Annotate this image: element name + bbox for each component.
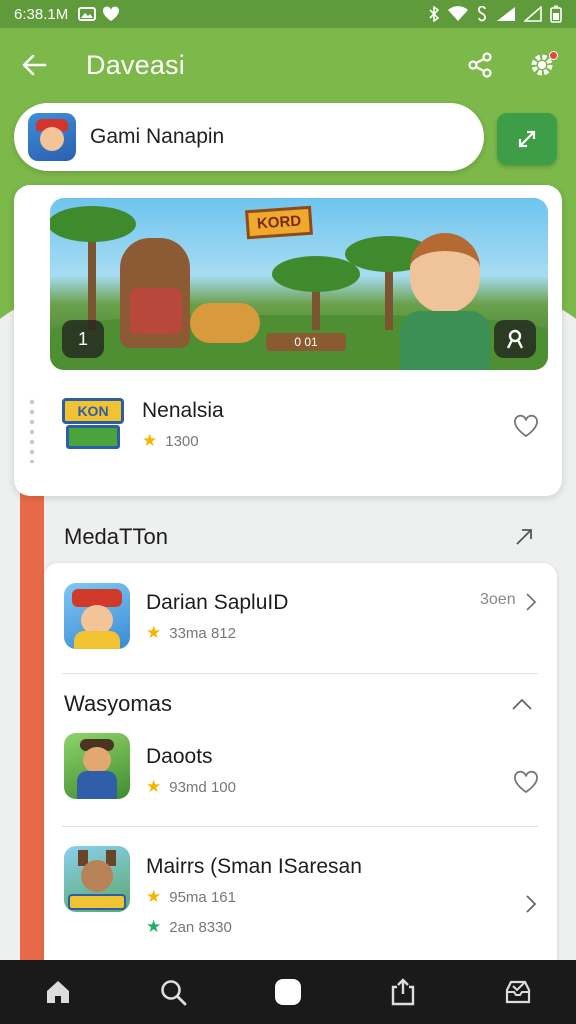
app-rating: 93md 100 (169, 778, 236, 796)
divider (62, 673, 538, 674)
wifi-icon (448, 6, 468, 22)
notification-dot (549, 51, 558, 60)
inbox-check-icon[interactable] (496, 970, 540, 1014)
star-icon: ★ (146, 623, 162, 642)
app-name: Mairrs (Sman ISaresan (146, 855, 362, 878)
share-icon[interactable] (464, 49, 496, 81)
favorite-heart-icon[interactable] (510, 766, 542, 798)
star-icon: ★ (146, 887, 162, 906)
star-icon: ★ (142, 431, 158, 450)
app-rating: 95ma 161 (169, 888, 236, 906)
bottom-nav (0, 960, 576, 1024)
bluetooth-icon (428, 6, 440, 22)
game-avatar-icon (28, 113, 76, 161)
app-meta: ★ 33ma 812 (146, 623, 236, 643)
status-bar: 6:38.1M (0, 0, 576, 28)
heart-notification-icon (102, 6, 120, 22)
page-title: Daveasi (86, 49, 185, 80)
banner-sign: KORD (245, 205, 314, 240)
photo-notification-icon (78, 7, 97, 21)
star-green-icon: ★ (146, 917, 162, 936)
section-title-2: Wasyomas (64, 691, 172, 716)
lion-character (190, 303, 260, 343)
banner-badge-button[interactable]: 1 (62, 320, 104, 358)
featured-card[interactable]: KORD 0 01 1 KON Nenalsia ★ 1300 (14, 185, 562, 496)
favorite-heart-icon[interactable] (510, 410, 542, 442)
app-list-card: Darian SapluID ★ 33ma 812 3oen Wasyomas … (44, 563, 557, 963)
app-meta: ★ 95ma 161 (146, 887, 236, 907)
featured-rating-value: 1300 (165, 432, 199, 450)
divider (62, 826, 538, 827)
collapse-arrow-icon[interactable] (507, 689, 537, 719)
featured-game-name: Nenalsia (142, 399, 224, 422)
pagination-dots (30, 397, 34, 463)
banner-counter: 0 01 (266, 333, 346, 351)
chevron-right-icon[interactable] (516, 889, 546, 919)
section-title-1: MedaTTon (64, 524, 168, 549)
accent-stripe (20, 490, 44, 960)
app-meta-secondary: ★ 2an 8330 (146, 917, 232, 937)
home-icon[interactable] (36, 970, 80, 1014)
search-person-icon[interactable] (494, 320, 536, 358)
share-upload-icon[interactable] (381, 970, 425, 1014)
app-secondary-value: 2an 8330 (169, 918, 232, 936)
search-value: Gami Nanapin (90, 125, 225, 148)
horse-character (120, 238, 190, 348)
back-arrow-icon[interactable] (18, 49, 50, 81)
expand-arrow-icon[interactable] (509, 522, 539, 552)
home-pill-button[interactable] (266, 970, 310, 1014)
cowboy-hat-character-icon (64, 583, 130, 649)
featured-banner[interactable]: KORD 0 01 1 (50, 198, 548, 370)
search-input[interactable]: Gami Nanapin (14, 103, 484, 171)
expand-arrows-icon[interactable] (497, 113, 557, 165)
miner-character-icon (64, 733, 130, 799)
settings-gear-icon[interactable] (526, 49, 558, 81)
battery-icon (550, 5, 562, 23)
search-icon[interactable] (151, 970, 195, 1014)
signal-2-icon (524, 6, 542, 22)
wolf-character-icon (64, 846, 130, 912)
status-time: 6:38.1M (14, 5, 69, 23)
search-row: Gami Nanapin (14, 103, 562, 171)
data-icon (476, 6, 488, 22)
open-label[interactable]: 3oen (480, 591, 516, 609)
app-name: Darian SapluID (146, 591, 289, 614)
featured-game-logo-icon: KON (62, 398, 124, 452)
signal-icon (496, 6, 516, 22)
hero-character (400, 233, 490, 370)
app-name: Daoots (146, 745, 213, 768)
featured-rating: ★ 1300 (142, 431, 199, 451)
app-bar: Daveasi (0, 38, 576, 92)
chevron-right-icon[interactable] (516, 587, 546, 617)
star-icon: ★ (146, 777, 162, 796)
app-meta: ★ 93md 100 (146, 777, 236, 797)
app-rating: 33ma 812 (169, 624, 236, 642)
